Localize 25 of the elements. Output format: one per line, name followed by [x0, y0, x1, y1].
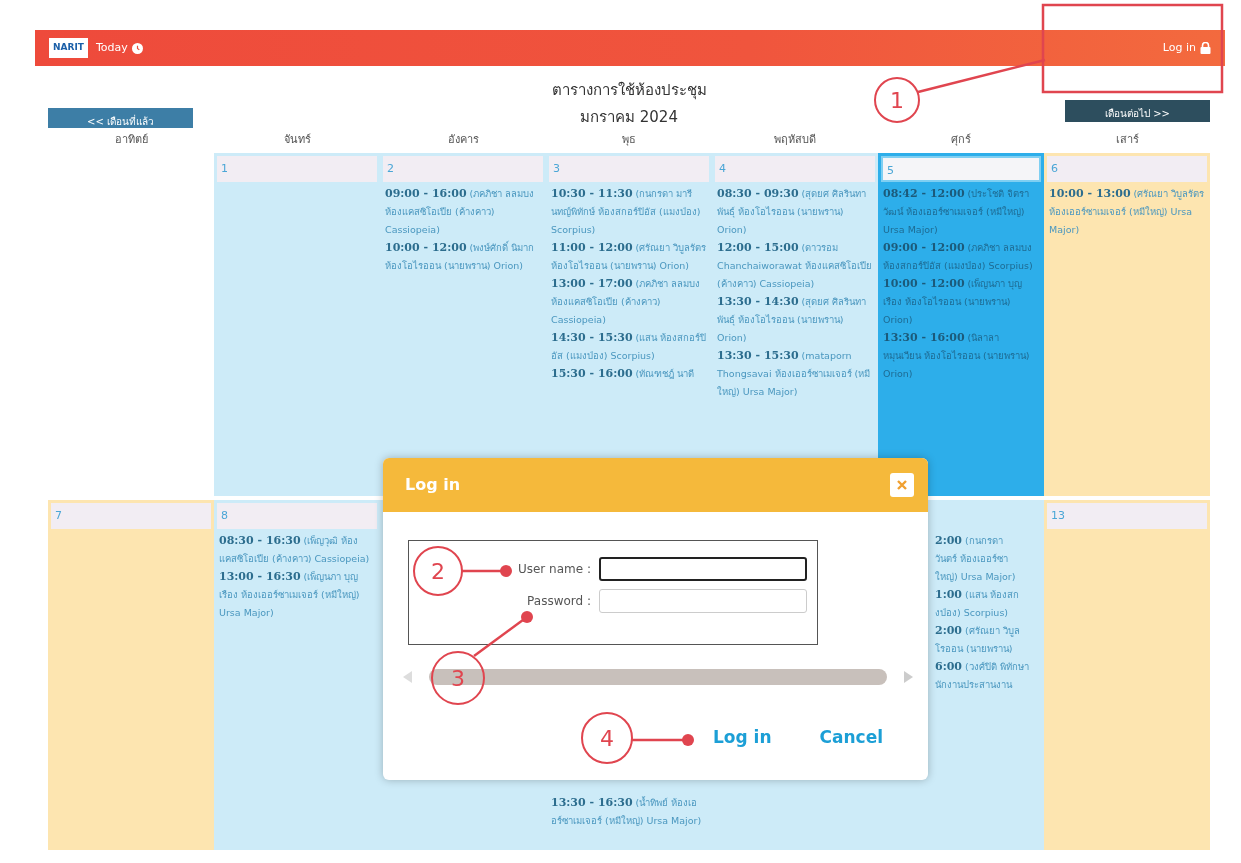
field-label: User name : [517, 561, 591, 578]
month-label: มกราคม 2024 [579, 106, 679, 128]
weekday-label: พุธ [622, 133, 636, 146]
callout-number: 2 [431, 559, 445, 584]
field-label: Password : [527, 593, 591, 610]
day-number: 3 [553, 161, 560, 175]
day-number: 8 [221, 508, 228, 522]
day-number: 7 [55, 508, 62, 522]
day-number: 1 [221, 161, 228, 175]
dialog-title: Log in [405, 474, 461, 496]
weekday-label: ศุกร์ [951, 133, 971, 146]
day-number: 6 [1051, 161, 1058, 175]
weekday-label: อาทิตย์ [114, 133, 148, 146]
day-number: 2 [387, 161, 394, 175]
day-number: 5 [887, 163, 894, 177]
day-number: 4 [719, 161, 726, 175]
day-number: 13 [1051, 508, 1065, 522]
weekday-label: เสาร์ [1115, 133, 1139, 146]
callout-number: 3 [451, 666, 465, 691]
callout-number: 4 [600, 726, 614, 751]
callout-number: 1 [890, 88, 904, 113]
page-title: ตารางการใช้ห้องประชุม [551, 80, 707, 102]
weekday-label: พฤหัสบดี [774, 133, 816, 146]
weekday-label: อังคาร [447, 133, 479, 146]
weekday-label: จันทร์ [283, 133, 311, 146]
